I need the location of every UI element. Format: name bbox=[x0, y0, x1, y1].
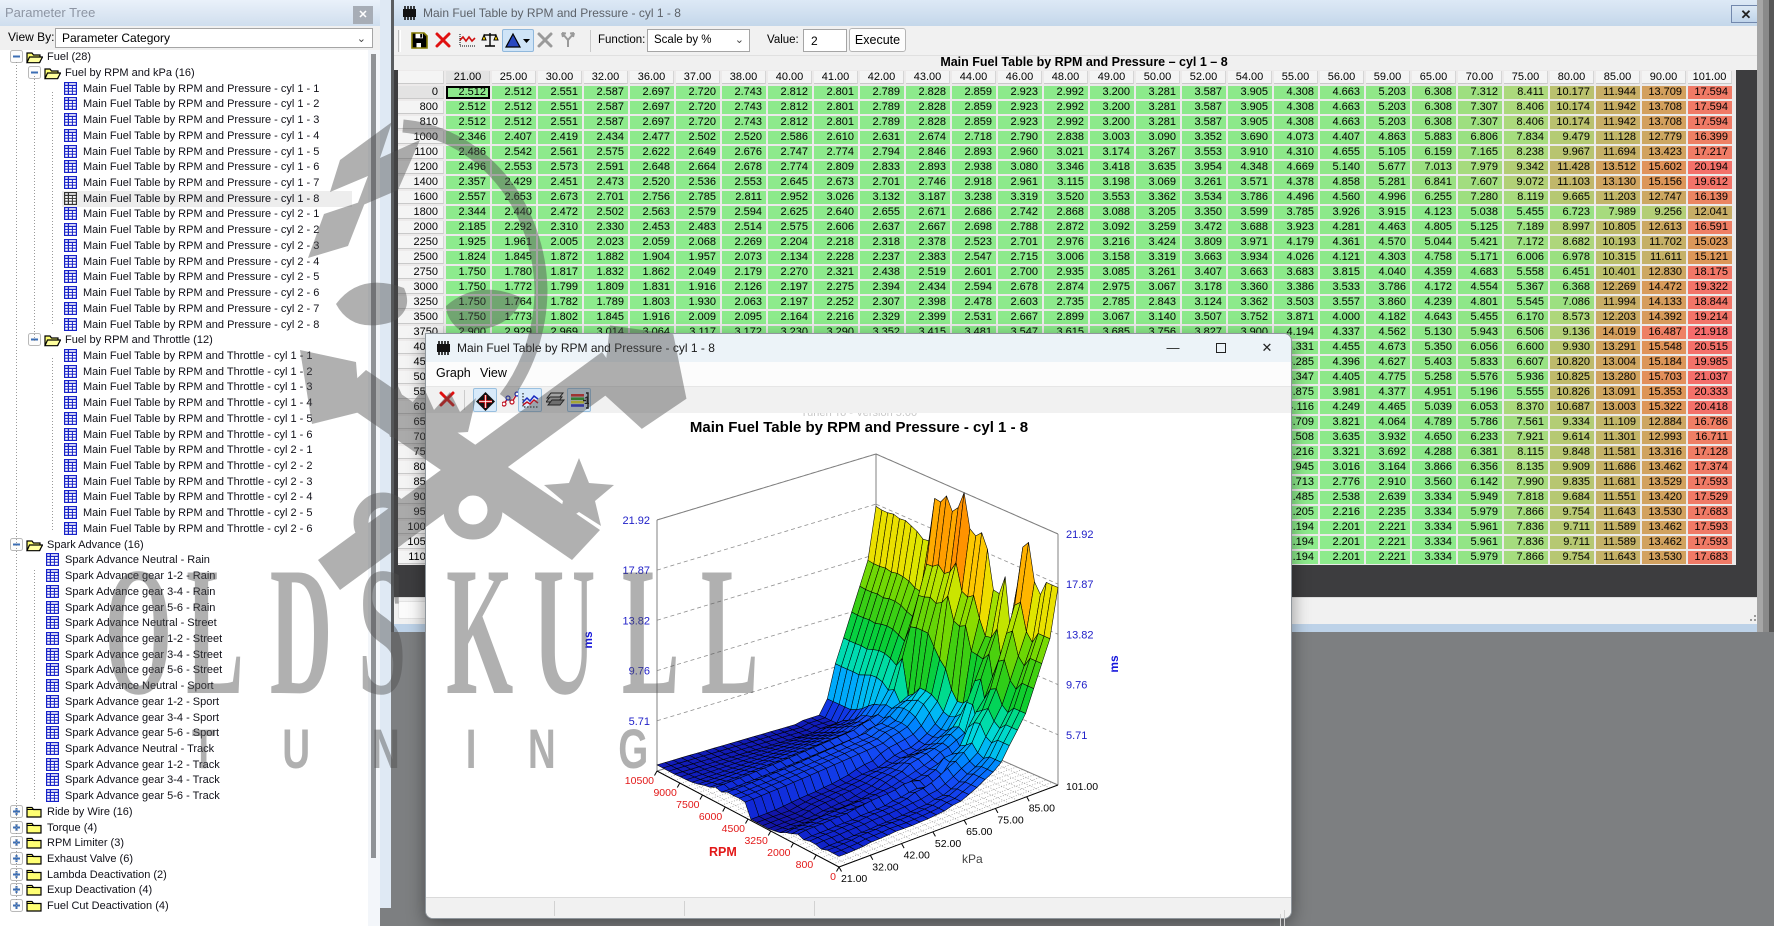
svg-text:9000: 9000 bbox=[653, 787, 677, 799]
svg-text:65.00: 65.00 bbox=[966, 826, 992, 838]
svg-text:1: 1 bbox=[584, 395, 589, 407]
svg-text:10500: 10500 bbox=[625, 775, 654, 787]
svg-text:RPM: RPM bbox=[709, 845, 737, 859]
svg-text:5.71: 5.71 bbox=[629, 716, 650, 728]
svg-text:ms: ms bbox=[581, 631, 595, 649]
svg-text:ms: ms bbox=[1107, 655, 1121, 673]
svg-text:75.00: 75.00 bbox=[997, 814, 1023, 826]
svg-text:kPa: kPa bbox=[962, 852, 983, 866]
svg-text:85.00: 85.00 bbox=[1029, 803, 1055, 815]
svg-text:17.87: 17.87 bbox=[1066, 579, 1094, 591]
svg-text:101.00: 101.00 bbox=[1066, 781, 1098, 793]
svg-text:21.92: 21.92 bbox=[1066, 529, 1094, 541]
svg-text:32.00: 32.00 bbox=[872, 861, 898, 873]
svg-text:800: 800 bbox=[796, 859, 814, 871]
svg-text:5.71: 5.71 bbox=[1066, 730, 1087, 742]
svg-text:42.00: 42.00 bbox=[904, 850, 930, 862]
svg-text:13.82: 13.82 bbox=[1066, 629, 1094, 641]
svg-text:9.76: 9.76 bbox=[629, 666, 650, 678]
svg-text:52.00: 52.00 bbox=[935, 838, 961, 850]
svg-text:21.92: 21.92 bbox=[622, 515, 650, 527]
svg-text:21.00: 21.00 bbox=[841, 873, 867, 885]
svg-text:Main Fuel Table by RPM and Pre: Main Fuel Table by RPM and Pressure - cy… bbox=[690, 419, 1028, 436]
svg-text:2000: 2000 bbox=[767, 847, 791, 859]
svg-text:13.82: 13.82 bbox=[622, 615, 650, 627]
svg-text:9.76: 9.76 bbox=[1066, 680, 1087, 692]
svg-text:4500: 4500 bbox=[722, 823, 746, 835]
svg-text:7500: 7500 bbox=[676, 799, 700, 811]
svg-text:17.87: 17.87 bbox=[622, 565, 650, 577]
svg-text:0: 0 bbox=[830, 871, 836, 883]
svg-text:3250: 3250 bbox=[744, 835, 768, 847]
svg-text:6000: 6000 bbox=[699, 811, 723, 823]
